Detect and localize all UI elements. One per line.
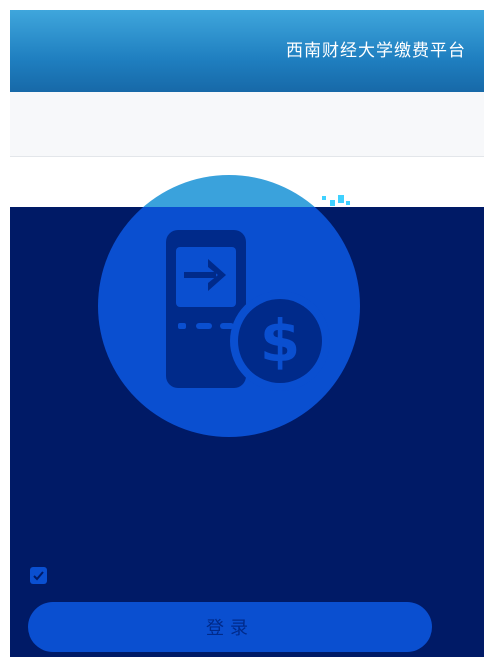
artifact-speck: [322, 196, 326, 200]
header-title: 西南财经大学缴费平台: [286, 41, 466, 61]
login-panel: $ 登录: [10, 207, 484, 657]
check-icon: [33, 571, 44, 581]
login-button[interactable]: 登录: [28, 602, 432, 652]
app-frame: 西南财经大学缴费平台 $ 登录: [10, 10, 484, 657]
currency-symbol: $: [260, 307, 300, 375]
artifact-speck: [330, 200, 335, 206]
artifact-speck: [346, 201, 350, 205]
app-header: 西南财经大学缴费平台: [10, 10, 484, 92]
mobile-payment-icon: $: [166, 230, 330, 391]
app-logo: $: [98, 207, 360, 437]
sub-toolbar: [10, 92, 484, 157]
remember-checkbox[interactable]: [30, 567, 47, 584]
artifact-speck: [338, 195, 344, 203]
